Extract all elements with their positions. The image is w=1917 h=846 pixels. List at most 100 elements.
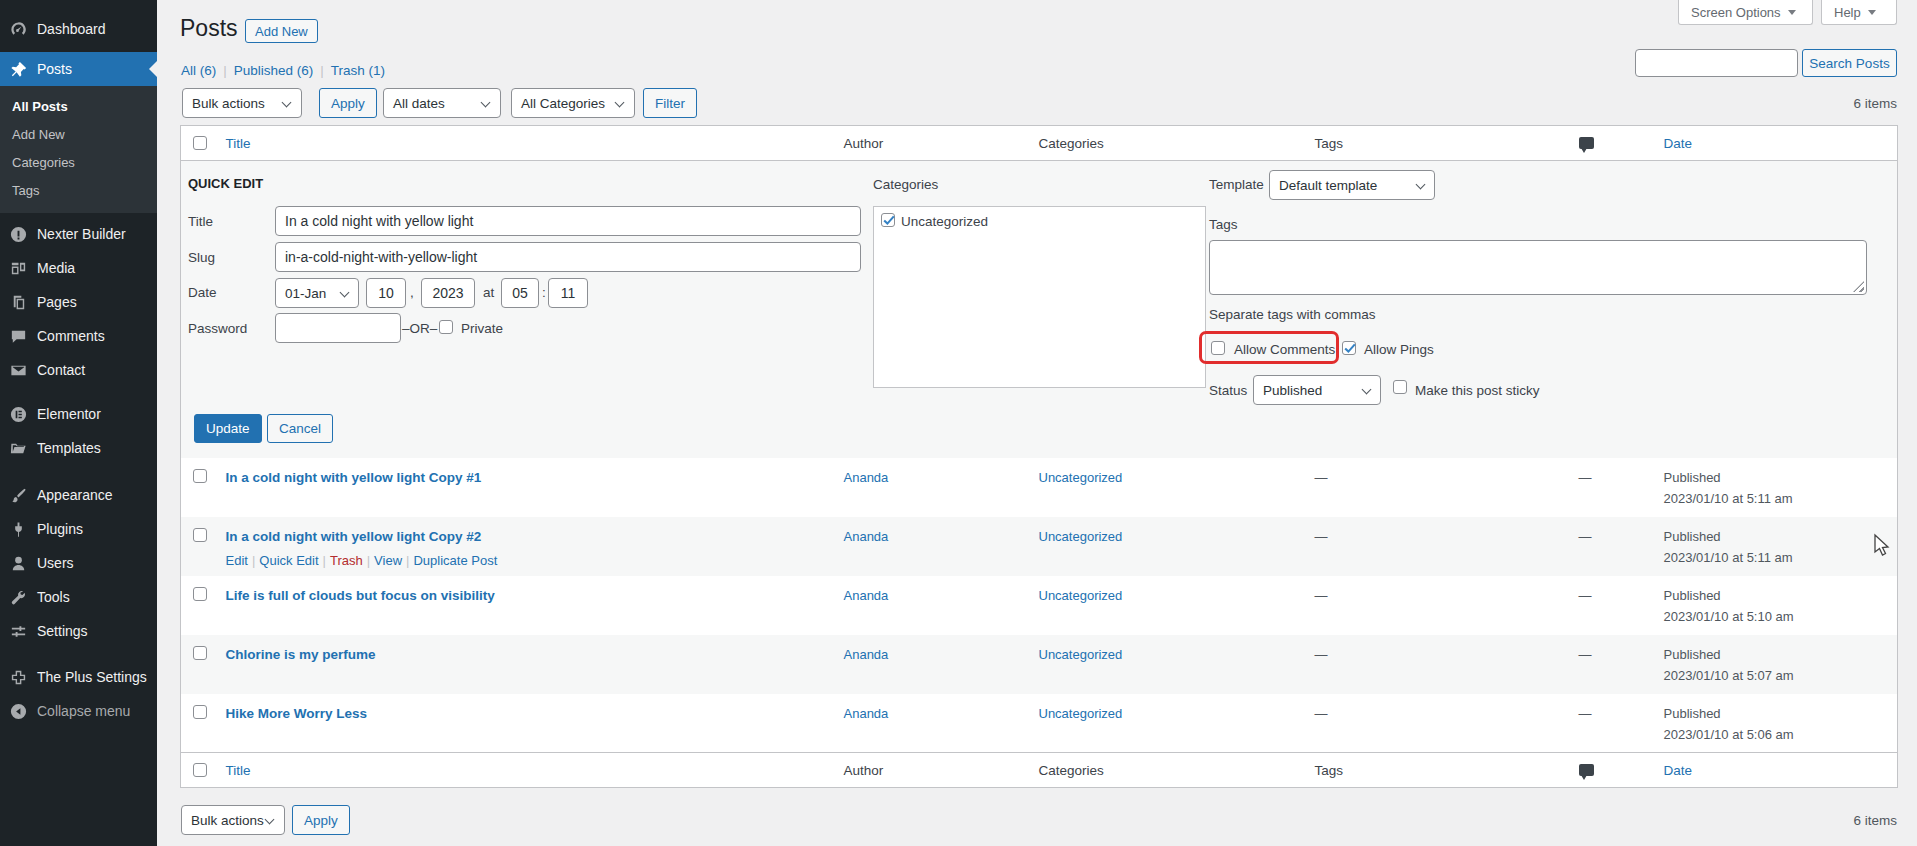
allow-comments-checkbox[interactable] xyxy=(1211,341,1225,355)
media-icon xyxy=(8,258,28,278)
author-link[interactable]: Ananda xyxy=(844,647,889,662)
search-input[interactable] xyxy=(1635,49,1798,77)
author-link[interactable]: Ananda xyxy=(844,470,889,485)
slug-field[interactable]: in-a-cold-night-with-yellow-light xyxy=(275,242,861,272)
post-status: Published xyxy=(1664,706,1888,721)
quick-edit-link[interactable]: Quick Edit xyxy=(259,553,318,568)
template-select[interactable]: Default template xyxy=(1269,170,1435,200)
trash-link[interactable]: Trash xyxy=(330,553,363,568)
comments-column-icon xyxy=(1579,137,1594,149)
duplicate-post-link[interactable]: Duplicate Post xyxy=(413,553,497,568)
status-select[interactable]: Published xyxy=(1253,375,1381,405)
resize-grip-icon xyxy=(1853,281,1864,292)
minute-field[interactable]: 11 xyxy=(548,278,588,308)
post-title-link[interactable]: Chlorine is my perfume xyxy=(226,647,376,662)
post-title-link[interactable]: Life is full of clouds but focus on visi… xyxy=(226,588,495,603)
row-checkbox[interactable] xyxy=(193,528,207,542)
row-checkbox[interactable] xyxy=(193,646,207,660)
year-field[interactable]: 2023 xyxy=(421,278,475,308)
column-header-title[interactable]: Title xyxy=(226,136,251,151)
author-link[interactable]: Ananda xyxy=(844,706,889,721)
column-footer-tags: Tags xyxy=(1307,753,1571,788)
author-link[interactable]: Ananda xyxy=(844,529,889,544)
sidebar-item-users[interactable]: Users xyxy=(0,546,157,580)
sidebar-item-tools[interactable]: Tools xyxy=(0,580,157,614)
post-title-link[interactable]: In a cold night with yellow light Copy #… xyxy=(226,470,482,485)
column-header-author: Author xyxy=(836,126,1031,161)
bulk-actions-select[interactable]: Bulk actions xyxy=(182,88,302,118)
sidebar-item-appearance[interactable]: Appearance xyxy=(0,478,157,512)
dates-filter-select[interactable]: All dates xyxy=(383,88,501,118)
filter-button[interactable]: Filter xyxy=(643,88,697,118)
comments-value: — xyxy=(1579,470,1592,485)
category-link[interactable]: Uncategorized xyxy=(1039,588,1123,603)
edit-link[interactable]: Edit xyxy=(226,553,248,568)
sidebar-item-plugins[interactable]: Plugins xyxy=(0,512,157,546)
sidebar-item-media[interactable]: Media xyxy=(0,251,157,285)
sidebar-item-collapse-menu[interactable]: Collapse menu xyxy=(0,694,157,728)
column-footer-title[interactable]: Title xyxy=(226,763,251,778)
row-checkbox[interactable] xyxy=(193,587,207,601)
sidebar-item-contact[interactable]: Contact xyxy=(0,353,157,387)
category-link[interactable]: Uncategorized xyxy=(1039,706,1123,721)
month-select[interactable]: 01-Jan xyxy=(275,278,359,308)
view-published-link[interactable]: Published (6) xyxy=(234,63,314,78)
sidebar-item-pages[interactable]: Pages xyxy=(0,285,157,319)
help-button[interactable]: Help xyxy=(1821,0,1897,25)
row-checkbox[interactable] xyxy=(193,705,207,719)
apply-button-bottom[interactable]: Apply xyxy=(292,805,350,835)
private-label: Private xyxy=(461,321,503,336)
submenu-categories[interactable]: Categories xyxy=(0,149,157,177)
sidebar-item-templates[interactable]: Templates xyxy=(0,431,157,465)
sidebar-item-elementor[interactable]: Elementor xyxy=(0,397,157,431)
column-footer-categories: Categories xyxy=(1031,753,1307,788)
submenu-tags[interactable]: Tags xyxy=(0,177,157,205)
author-link[interactable]: Ananda xyxy=(844,588,889,603)
screen-options-button[interactable]: Screen Options xyxy=(1678,0,1813,25)
cancel-button[interactable]: Cancel xyxy=(267,414,333,443)
sidebar-item-settings[interactable]: Settings xyxy=(0,614,157,648)
sidebar-item-dashboard[interactable]: Dashboard xyxy=(0,12,157,46)
post-title-link[interactable]: Hike More Worry Less xyxy=(226,706,368,721)
add-new-button[interactable]: Add New xyxy=(245,19,318,43)
allow-pings-checkbox[interactable] xyxy=(1342,341,1356,355)
row-checkbox[interactable] xyxy=(193,469,207,483)
hour-field[interactable]: 05 xyxy=(501,278,539,308)
bulk-actions-select-bottom[interactable]: Bulk actions xyxy=(181,805,285,835)
category-link[interactable]: Uncategorized xyxy=(1039,529,1123,544)
folder-icon xyxy=(8,438,28,458)
password-field[interactable] xyxy=(275,313,401,343)
uncategorized-checkbox[interactable] xyxy=(881,213,895,227)
slug-label: Slug xyxy=(188,250,215,265)
select-all-checkbox[interactable] xyxy=(193,763,207,777)
select-all-checkbox[interactable] xyxy=(193,136,207,150)
view-all-link[interactable]: All (6) xyxy=(181,63,216,78)
category-link[interactable]: Uncategorized xyxy=(1039,647,1123,662)
sidebar-item-nexter-builder[interactable]: Nexter Builder xyxy=(0,217,157,251)
tags-textarea[interactable] xyxy=(1209,240,1867,295)
page-title: Posts xyxy=(180,15,238,42)
view-link[interactable]: View xyxy=(374,553,402,568)
sidebar-item-comments[interactable]: Comments xyxy=(0,319,157,353)
column-header-date[interactable]: Date xyxy=(1664,136,1693,151)
sidebar-item-the-plus-settings[interactable]: The Plus Settings xyxy=(0,660,157,694)
sticky-checkbox[interactable] xyxy=(1393,380,1407,394)
private-checkbox[interactable] xyxy=(439,320,453,334)
sidebar-item-label: Media xyxy=(37,260,75,276)
quick-edit-row: QUICK EDIT Title In a cold night with ye… xyxy=(181,161,1898,458)
search-posts-button[interactable]: Search Posts xyxy=(1802,49,1897,77)
day-field[interactable]: 10 xyxy=(366,278,406,308)
category-link[interactable]: Uncategorized xyxy=(1039,470,1123,485)
apply-button[interactable]: Apply xyxy=(319,88,377,118)
update-button[interactable]: Update xyxy=(194,414,262,443)
submenu-all-posts[interactable]: All Posts xyxy=(0,93,157,121)
brush-icon xyxy=(8,485,28,505)
sidebar-item-posts[interactable]: Posts xyxy=(0,52,157,86)
title-field[interactable]: In a cold night with yellow light xyxy=(275,206,861,236)
submenu-add-new[interactable]: Add New xyxy=(0,121,157,149)
admin-sidebar: Dashboard Posts All Posts Add New Catego… xyxy=(0,0,157,846)
view-trash-link[interactable]: Trash (1) xyxy=(331,63,385,78)
categories-filter-select[interactable]: All Categories xyxy=(511,88,635,118)
column-footer-date[interactable]: Date xyxy=(1664,763,1693,778)
post-title-link[interactable]: In a cold night with yellow light Copy #… xyxy=(226,529,482,544)
